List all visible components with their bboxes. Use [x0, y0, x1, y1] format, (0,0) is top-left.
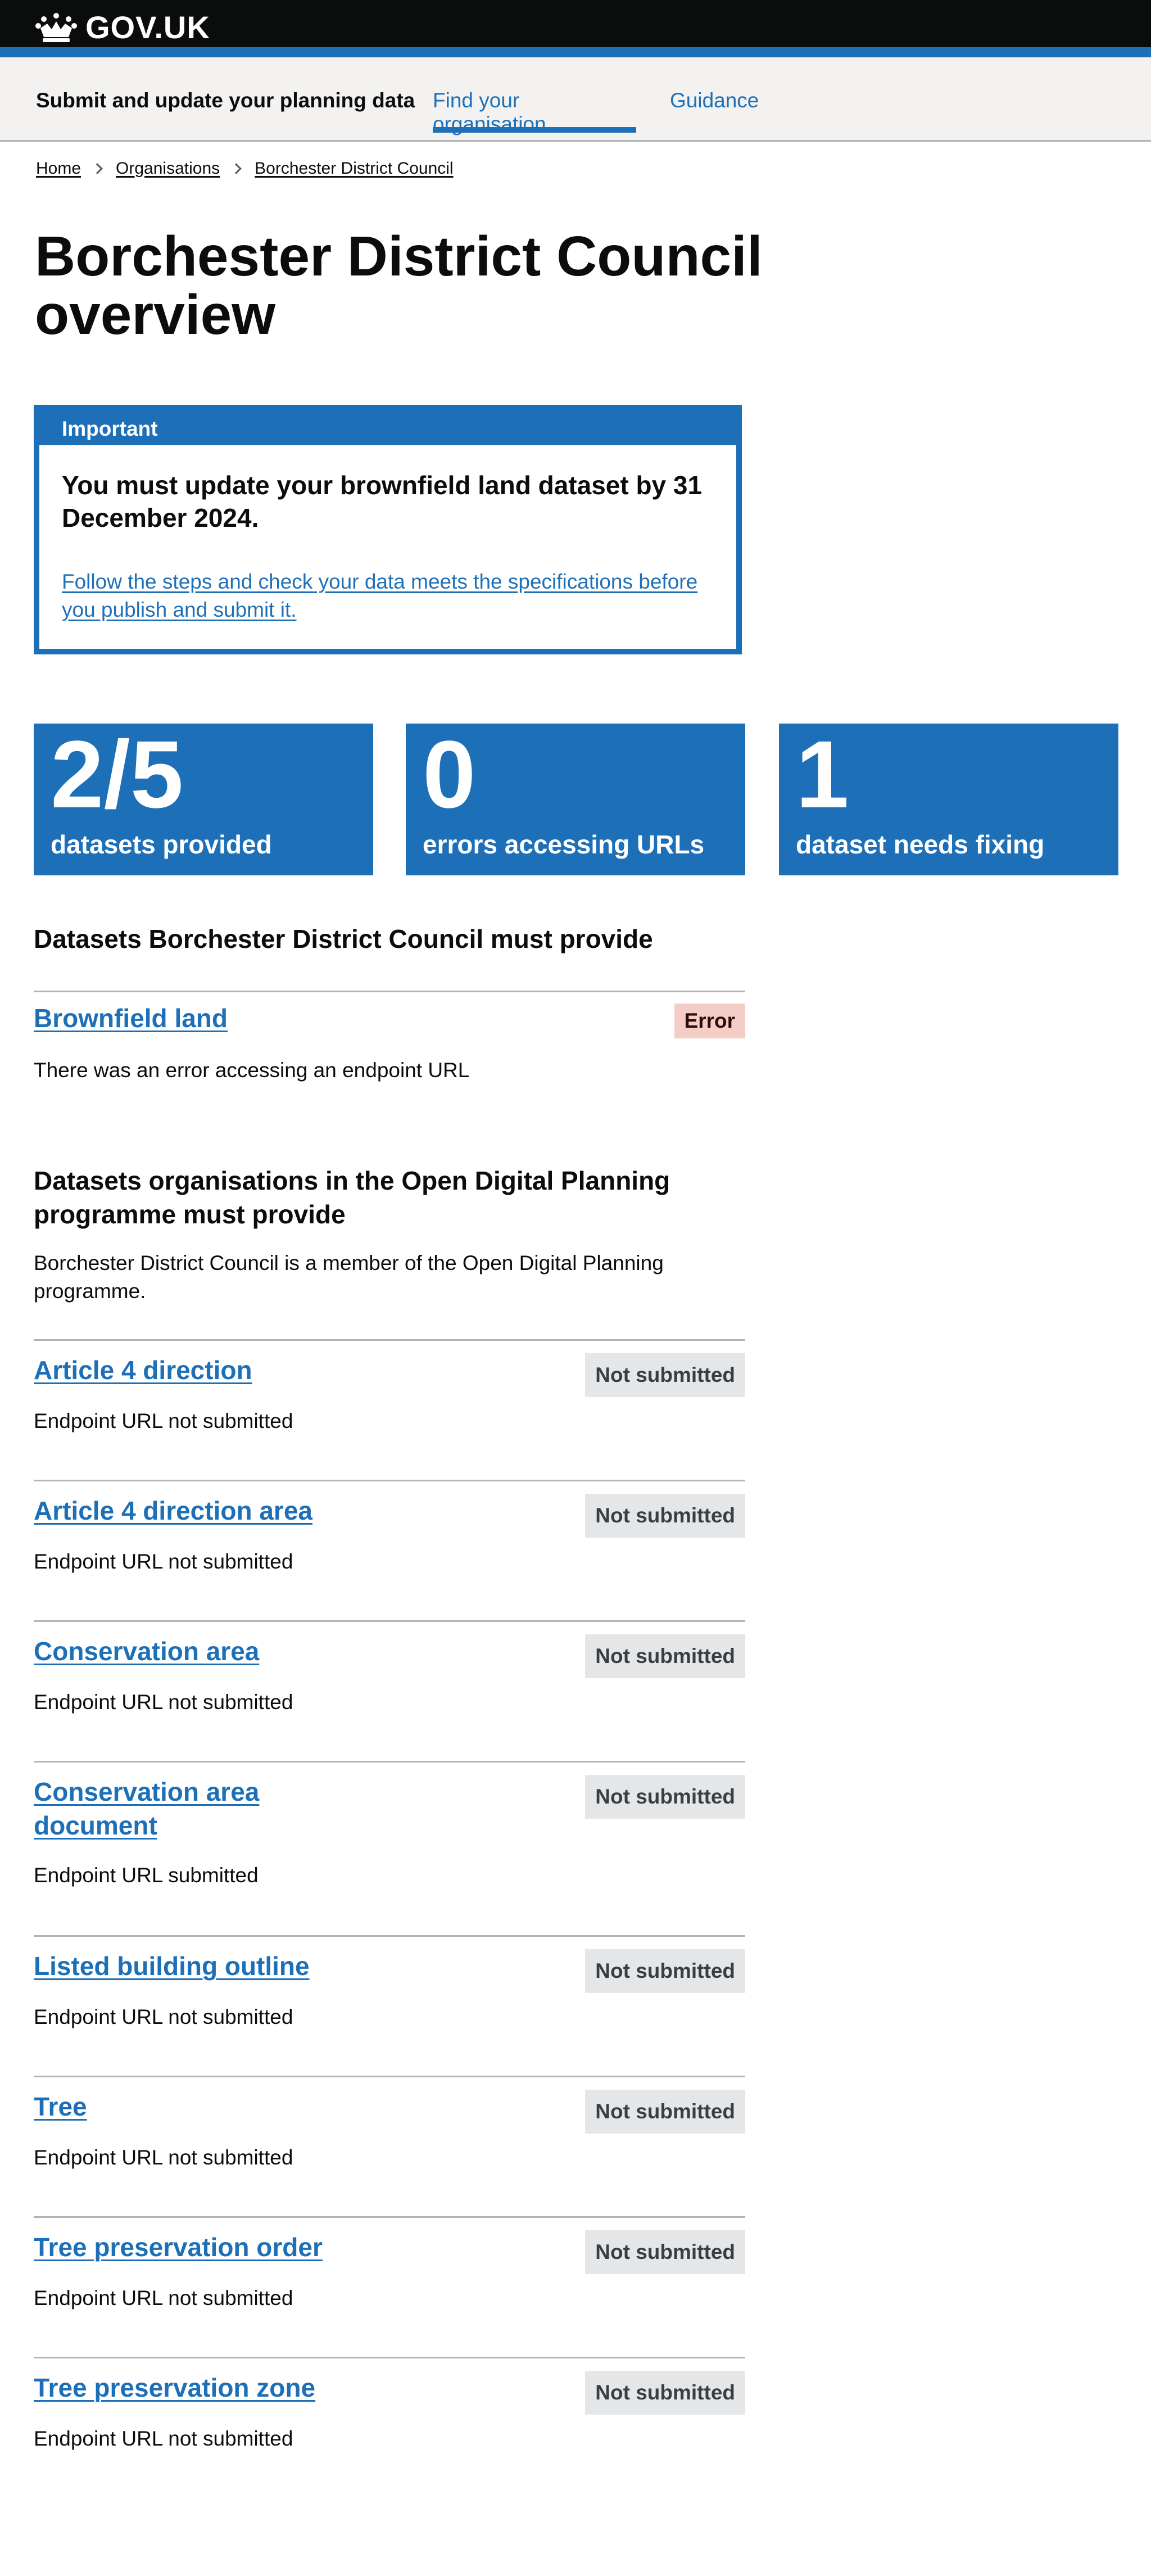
stat-datasets-provided: 2/5 datasets provided: [34, 724, 373, 875]
dataset-row-conservation-area-document: Conservation area document Not submitted…: [34, 1761, 745, 1935]
dataset-description: Endpoint URL not submitted: [34, 1409, 293, 1432]
service-navigation: Submit and update your planning data Fin…: [0, 57, 1151, 142]
govuk-home-link[interactable]: GOV.UK: [35, 9, 210, 45]
status-tag-error: Error: [674, 1004, 745, 1038]
dataset-link[interactable]: Tree preservation order: [34, 2230, 371, 2264]
chevron-right-icon: [92, 163, 103, 174]
odp-datasets-heading: Datasets organisations in the Open Digit…: [34, 1166, 670, 1229]
dataset-row-tree: Tree Not submitted Endpoint URL not subm…: [34, 2076, 745, 2216]
dataset-link[interactable]: Tree: [34, 2090, 371, 2123]
status-tag-not-submitted: Not submitted: [585, 2371, 745, 2415]
dataset-description: Endpoint URL not submitted: [34, 2146, 293, 2169]
stat-number: 0: [423, 721, 476, 828]
dataset-description: Endpoint URL submitted: [34, 1864, 259, 1887]
status-tag-not-submitted: Not submitted: [585, 1494, 745, 1538]
dataset-row-article-4-direction-area: Article 4 direction area Not submitted E…: [34, 1480, 745, 1620]
stat-label: datasets provided: [51, 830, 272, 859]
stat-url-errors: 0 errors accessing URLs: [406, 724, 745, 875]
dataset-description: Endpoint URL not submitted: [34, 2286, 293, 2310]
stat-number: 1: [796, 721, 849, 828]
page-title: Borchester District Council overview: [35, 225, 763, 346]
dataset-description: Endpoint URL not submitted: [34, 1550, 293, 1573]
dataset-description: There was an error accessing an endpoint…: [34, 1059, 470, 1082]
crown-icon: [35, 13, 77, 42]
nav-find-your-organisation[interactable]: Find your organisation: [433, 89, 636, 136]
breadcrumb-organisations[interactable]: Organisations: [116, 159, 220, 178]
stat-label: dataset needs fixing: [796, 830, 1045, 859]
dataset-link[interactable]: Conservation area document: [34, 1775, 326, 1842]
stat-number: 2/5: [51, 721, 184, 828]
header-blue-bar: [0, 47, 1151, 57]
breadcrumb: Home Organisations Borchester District C…: [36, 157, 454, 180]
chevron-right-icon: [230, 163, 242, 174]
dataset-row-tree-preservation-zone: Tree preservation zone Not submitted End…: [34, 2357, 745, 2497]
dataset-link[interactable]: Article 4 direction: [34, 1353, 371, 1387]
dataset-link[interactable]: Conservation area: [34, 1634, 371, 1668]
dataset-row-brownfield-land: Brownfield land Error There was an error…: [34, 991, 745, 1103]
status-tag-not-submitted: Not submitted: [585, 1353, 745, 1397]
breadcrumb-current-organisation[interactable]: Borchester District Council: [255, 159, 453, 178]
dataset-row-listed-building-outline: Listed building outline Not submitted En…: [34, 1935, 745, 2076]
important-notification-banner: Important You must update your brownfiel…: [34, 405, 742, 654]
status-tag-not-submitted: Not submitted: [585, 2090, 745, 2134]
dataset-description: Endpoint URL not submitted: [34, 2005, 293, 2028]
odp-membership-text: Borchester District Council is a member …: [34, 1251, 664, 1303]
govuk-logotype: GOV.UK: [85, 9, 210, 45]
banner-guidance-link[interactable]: Follow the steps and check your data mee…: [62, 568, 725, 624]
dataset-row-conservation-area: Conservation area Not submitted Endpoint…: [34, 1620, 745, 1761]
service-name[interactable]: Submit and update your planning data: [36, 89, 415, 112]
dataset-link[interactable]: Article 4 direction area: [34, 1494, 371, 1527]
required-datasets-heading: Datasets Borchester District Council mus…: [34, 924, 653, 953]
dataset-link[interactable]: Tree preservation zone: [34, 2371, 371, 2405]
dataset-description: Endpoint URL not submitted: [34, 1691, 293, 1714]
status-tag-not-submitted: Not submitted: [585, 1634, 745, 1678]
dataset-link[interactable]: Listed building outline: [34, 1949, 371, 1983]
status-tag-not-submitted: Not submitted: [585, 2230, 745, 2274]
stat-datasets-need-fixing: 1 dataset needs fixing: [779, 724, 1118, 875]
nav-guidance[interactable]: Guidance: [670, 89, 759, 112]
dataset-row-article-4-direction: Article 4 direction Not submitted Endpoi…: [34, 1339, 745, 1480]
banner-header: Important: [39, 410, 736, 445]
dataset-description: Endpoint URL not submitted: [34, 2427, 293, 2450]
banner-heading: You must update your brownfield land dat…: [62, 471, 703, 532]
banner-title: Important: [62, 417, 158, 440]
status-tag-not-submitted: Not submitted: [585, 1775, 745, 1819]
dataset-row-tree-preservation-order: Tree preservation order Not submitted En…: [34, 2216, 745, 2357]
dataset-link[interactable]: Brownfield land: [34, 1001, 371, 1035]
stat-label: errors accessing URLs: [423, 830, 705, 859]
breadcrumb-home[interactable]: Home: [36, 159, 81, 178]
govuk-header: GOV.UK: [0, 0, 1151, 57]
status-tag-not-submitted: Not submitted: [585, 1949, 745, 1993]
